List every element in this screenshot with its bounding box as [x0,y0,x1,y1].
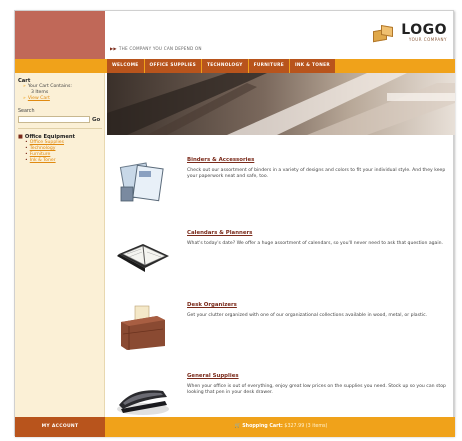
nav-bar: WELCOME OFFICE SUPPLIES TECHNOLOGY FURNI… [15,59,455,73]
product-item: Calendars & Planners What's today's date… [107,230,455,290]
cart-icon: 🛒 [234,424,241,429]
view-cart-link[interactable]: View Cart [28,96,50,101]
stapler-image [113,373,175,423]
tab-welcome[interactable]: WELCOME [107,59,145,73]
tab-furniture[interactable]: FURNITURE [248,59,290,73]
product-title-desk-organizers[interactable]: Desk Organizers [187,302,449,308]
brand-color-block [15,11,105,59]
tab-office-supplies[interactable]: OFFICE SUPPLIES [144,59,202,73]
tab-technology[interactable]: TECHNOLOGY [202,59,249,73]
search-row: Go [18,116,104,123]
product-title-general-supplies[interactable]: General Supplies [187,373,449,379]
product-desc: Get your clutter organized with one of o… [187,313,428,318]
arrow-icon: ▶▶ [110,46,117,51]
bullet-icon: ■ [18,134,23,140]
tab-ink-toner[interactable]: INK & TONER [289,59,336,73]
cart-contains: Your Cart Contains: [27,84,72,89]
search-input[interactable] [18,116,90,123]
my-account-button[interactable]: MY ACCOUNT [15,417,105,437]
tagline: ▶▶ THE COMPANY YOU CAN DEPEND ON [110,46,202,51]
shopping-cart-label: Shopping Cart: [242,424,283,429]
logo[interactable]: LOGO YOUR COMPANY [371,23,447,42]
sidebar: Cart » Your Cart Contains: 3 Items » View … [15,73,105,417]
nav-tabs: WELCOME OFFICE SUPPLIES TECHNOLOGY FURNI… [107,59,336,73]
box-logo-icon [371,24,395,42]
binders-image [113,157,175,207]
search-label: Search [18,109,35,114]
planner-image [113,230,175,280]
bullet-icon: » [23,84,26,89]
logo-text: LOGO [401,22,447,38]
product-desc: When your office is out of everything, e… [187,384,446,395]
tagline-text: THE COMPANY YOU CAN DEPEND ON [118,46,202,51]
shopping-cart-summary[interactable]: 🛒 Shopping Cart: $327.99 (3 items) [107,417,455,437]
product-desc: What's today's date? We offer a huge ass… [187,241,444,246]
footer: MY ACCOUNT 🛒 Shopping Cart: $327.99 (3 i… [15,417,455,437]
product-title-binders[interactable]: Binders & Accessories [187,157,449,163]
logo-subtext: YOUR COMPANY [408,37,447,42]
divider [18,128,102,129]
bullet-icon: » [23,96,26,101]
search-go-button[interactable]: Go [92,117,100,123]
product-desc: Check out our assortment of binders in a… [187,168,446,179]
bullet-icon: • [25,158,28,163]
shopping-cart-amount: $327.99 (3 items) [284,424,328,429]
hero-image [107,73,455,135]
desk-organizer-image [113,302,175,352]
product-item: Desk Organizers Get your clutter organiz… [107,302,455,362]
main-content: Binders & Accessories Check out our asso… [107,135,455,417]
product-item: Binders & Accessories Check out our asso… [107,157,455,217]
page-frame: ▶▶ THE COMPANY YOU CAN DEPEND ON LOGO YOU… [14,10,455,437]
header: ▶▶ THE COMPANY YOU CAN DEPEND ON LOGO YOU… [15,11,455,59]
category-link-ink-toner[interactable]: • Ink & Toner [25,158,104,164]
product-title-calendars[interactable]: Calendars & Planners [187,230,449,236]
